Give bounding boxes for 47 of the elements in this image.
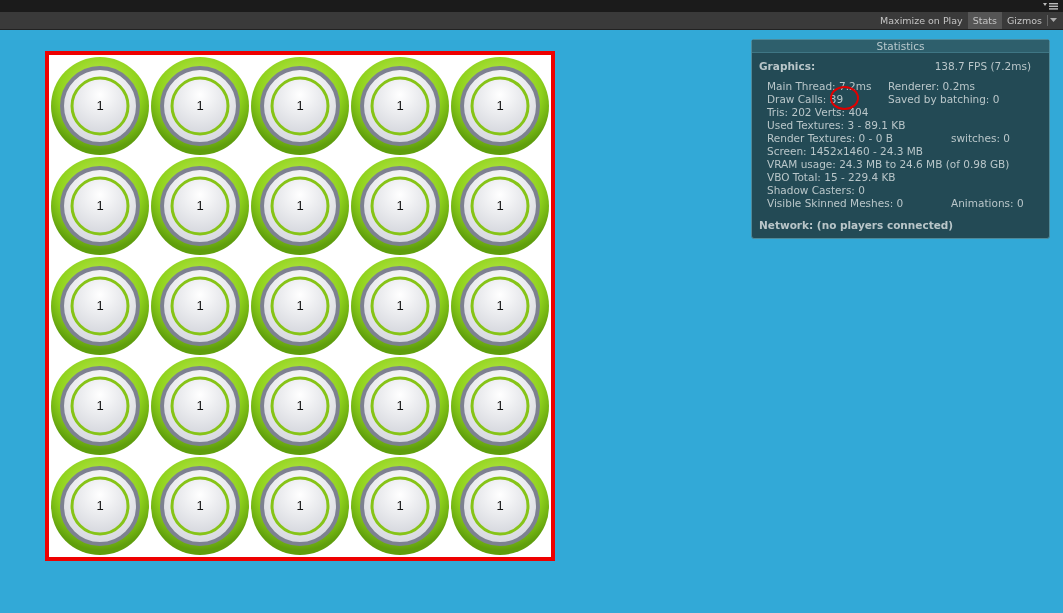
stat-text: Render Textures: 0 - 0 B — [767, 132, 893, 145]
round-button[interactable]: 1 — [450, 56, 550, 156]
round-button[interactable]: 1 — [50, 56, 150, 156]
stat-text: Visible Skinned Meshes: 0 — [767, 197, 904, 210]
fps-text: 138.7 FPS (7.2ms) — [934, 60, 1031, 73]
round-button[interactable]: 1 — [50, 156, 150, 256]
stat-text: Shadow Casters: 0 — [767, 184, 865, 196]
round-button[interactable]: 1 — [350, 56, 450, 156]
round-button[interactable]: 1 — [450, 456, 550, 556]
stat-text: Saved by batching: 0 — [888, 93, 1000, 106]
stat-text: Renderer: 0.2ms — [888, 80, 975, 93]
round-button[interactable]: 1 — [150, 456, 250, 556]
round-button[interactable]: 1 — [150, 356, 250, 456]
section-label: Graphics: — [759, 60, 816, 73]
round-button[interactable]: 1 — [250, 256, 350, 356]
gizmos-button[interactable]: Gizmos — [1002, 12, 1047, 29]
round-button[interactable]: 1 — [250, 156, 350, 256]
round-button[interactable]: 1 — [450, 156, 550, 256]
round-button[interactable]: 1 — [350, 456, 450, 556]
stat-text: Tris: 202 Verts: 404 — [767, 106, 869, 118]
round-button[interactable]: 1 — [50, 356, 150, 456]
panel-title: Statistics — [752, 40, 1049, 53]
round-button[interactable]: 1 — [250, 56, 350, 156]
stat-text: Used Textures: 3 - 89.1 KB — [767, 119, 906, 131]
network-text: Network: (no players connected) — [758, 218, 955, 232]
stats-toggle-button[interactable]: Stats — [967, 12, 1002, 29]
round-button[interactable]: 1 — [150, 156, 250, 256]
dropdown-button[interactable] — [1047, 15, 1059, 26]
round-button[interactable]: 1 — [50, 256, 150, 356]
round-button[interactable]: 1 — [450, 256, 550, 356]
round-button[interactable]: 1 — [350, 156, 450, 256]
round-button[interactable]: 1 — [350, 356, 450, 456]
round-button[interactable]: 1 — [250, 456, 350, 556]
menu-icon[interactable] — [1043, 2, 1059, 10]
stat-text: Screen: 1452x1460 - 24.3 MB — [767, 145, 924, 157]
stat-text: Animations: 0 — [951, 197, 1024, 210]
stat-text: VRAM usage: 24.3 MB to 24.6 MB (of 0.98 GB) — [767, 158, 1010, 170]
round-button[interactable]: 1 — [450, 356, 550, 456]
round-button[interactable]: 1 — [350, 256, 450, 356]
caret-icon — [1050, 18, 1057, 23]
maximize-toggle-button[interactable]: Maximize on Play — [875, 12, 968, 29]
stat-text: VBO Total: 15 - 229.4 KB — [767, 171, 896, 183]
round-button[interactable]: 1 — [150, 56, 250, 156]
round-button[interactable]: 1 — [50, 456, 150, 556]
stat-text: switches: 0 — [951, 132, 1010, 145]
round-button[interactable]: 1 — [150, 256, 250, 356]
round-button[interactable]: 1 — [250, 356, 350, 456]
